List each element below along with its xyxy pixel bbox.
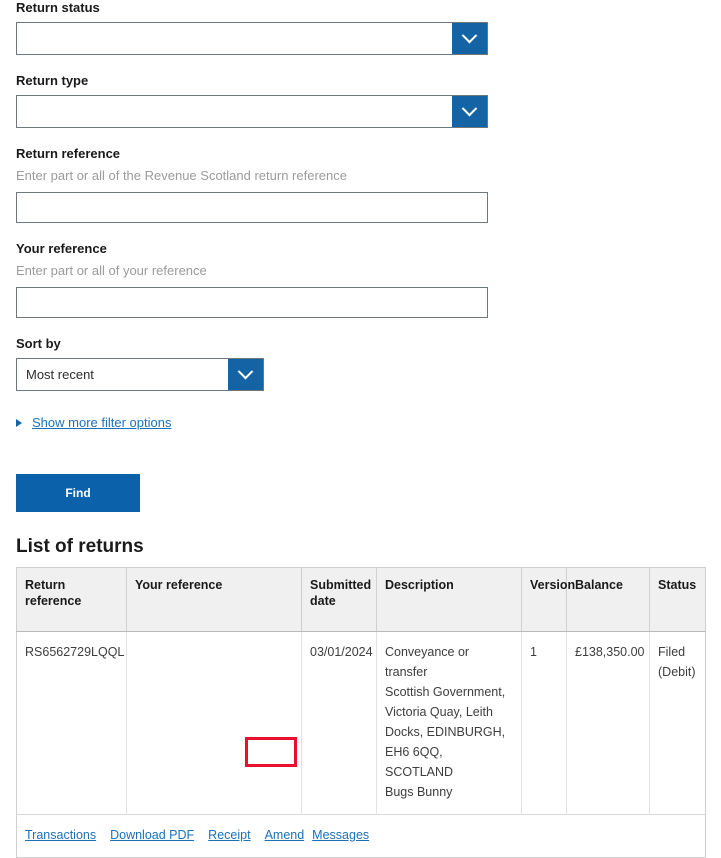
field-your-reference: Your reference Enter part or all of your… — [16, 241, 705, 318]
field-return-status: Return status — [16, 0, 705, 55]
column-header-submitted-date: Submitted date — [301, 567, 377, 632]
column-header-status: Status — [649, 567, 706, 632]
page-title: List of returns — [16, 536, 144, 557]
return-reference-label: Return reference — [16, 146, 121, 161]
row-actions-cell: Transactions Download PDF Receipt Amend … — [16, 814, 706, 858]
chevron-down-icon — [461, 100, 478, 117]
column-header-description: Description — [376, 567, 522, 632]
triangle-right-icon — [16, 418, 22, 427]
returns-table: Return reference Your reference Submitte… — [16, 567, 706, 858]
your-reference-input[interactable] — [16, 287, 488, 318]
row-action-links: Transactions Download PDF Receipt Amend … — [25, 825, 697, 845]
return-reference-input[interactable] — [16, 192, 488, 223]
your-reference-label: Your reference — [16, 241, 107, 256]
action-link-receipt[interactable]: Receipt — [208, 825, 250, 845]
cell-your-reference — [126, 631, 302, 815]
column-header-your-reference: Your reference — [126, 567, 302, 632]
action-link-transactions[interactable]: Transactions — [25, 825, 96, 845]
column-header-balance: Balance — [566, 567, 650, 632]
table-header-row: Return reference Your reference Submitte… — [16, 567, 706, 632]
return-type-dropdown-button[interactable] — [452, 96, 487, 127]
cell-status: Filed (Debit) — [649, 631, 706, 815]
sort-by-value: Most recent — [26, 367, 94, 382]
sort-by-select[interactable]: Most recent — [16, 358, 264, 391]
cell-return-reference: RS6562729LQQL — [16, 631, 127, 815]
description-line: Conveyance or transfer — [385, 645, 470, 679]
table-row: RS6562729LQQL 03/01/2024 Conveyance or t… — [16, 631, 706, 815]
return-reference-hint: Enter part or all of the Revenue Scotlan… — [16, 168, 347, 183]
field-return-type: Return type — [16, 73, 705, 128]
your-reference-hint: Enter part or all of your reference — [16, 263, 207, 278]
description-line: Bugs Bunny — [385, 785, 453, 799]
cell-version: 1 — [521, 631, 567, 815]
cell-balance: £138,350.00 — [566, 631, 650, 815]
chevron-down-icon — [237, 363, 254, 380]
show-more-filters-toggle[interactable]: Show more filter options — [16, 415, 705, 430]
column-header-return-reference: Return reference — [16, 567, 127, 632]
table-header: Return reference Your reference Submitte… — [16, 567, 706, 632]
action-link-messages[interactable]: Messages — [312, 825, 369, 845]
return-status-dropdown-button[interactable] — [452, 23, 487, 54]
table-actions-row: Transactions Download PDF Receipt Amend … — [16, 814, 706, 858]
description-line: Scottish Government, — [385, 685, 506, 699]
description-line: Docks, EDINBURGH, — [385, 725, 506, 739]
return-type-label: Return type — [16, 73, 89, 88]
description-line: Victoria Quay, Leith — [385, 705, 493, 719]
return-status-select[interactable] — [16, 22, 488, 55]
return-status-label: Return status — [16, 0, 100, 15]
cell-description: Conveyance or transfer Scottish Governme… — [376, 631, 522, 815]
field-sort-by: Sort by Most recent — [16, 336, 705, 391]
action-link-download-pdf[interactable]: Download PDF — [110, 825, 194, 845]
description-line: EH6 6QQ, SCOTLAND — [385, 745, 454, 779]
table-body: RS6562729LQQL 03/01/2024 Conveyance or t… — [16, 631, 706, 858]
find-button[interactable]: Find — [16, 474, 140, 512]
cell-submitted-date: 03/01/2024 — [301, 631, 377, 815]
sort-by-label: Sort by — [16, 336, 61, 351]
column-header-version: Version — [521, 567, 575, 632]
chevron-down-icon — [461, 27, 478, 44]
show-more-filters-label[interactable]: Show more filter options — [32, 415, 171, 430]
field-return-reference: Return reference Enter part or all of th… — [16, 146, 705, 223]
sort-by-dropdown-button[interactable] — [228, 359, 263, 390]
search-returns-page: Return status Return type Return referen… — [0, 0, 721, 858]
return-type-select[interactable] — [16, 95, 488, 128]
action-link-amend[interactable]: Amend — [265, 825, 305, 845]
